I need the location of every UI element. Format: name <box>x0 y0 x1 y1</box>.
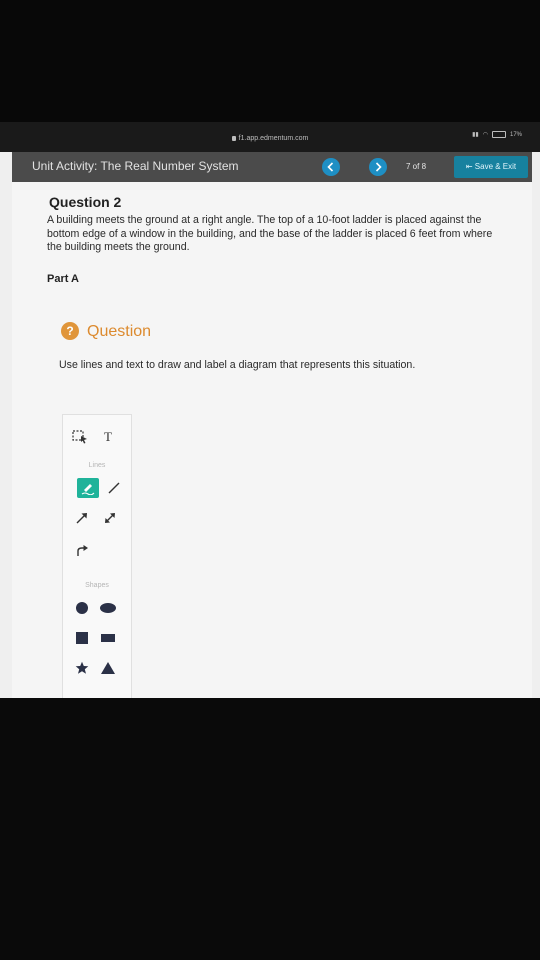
question-instruction: Use lines and text to draw and label a d… <box>59 359 416 371</box>
browser-status-bar: f1.app.edmentum.com ▮▮ ◠ 17% <box>0 122 540 152</box>
url-bar[interactable]: f1.app.edmentum.com <box>0 135 540 142</box>
double-arrow-icon <box>105 513 115 523</box>
text-tool[interactable]: T <box>97 427 119 447</box>
question-content: Question 2 A building meets the ground a… <box>12 182 532 698</box>
chevron-right-icon <box>375 162 382 172</box>
save-and-exit-button[interactable]: ⇤ Save & Exit <box>454 156 528 178</box>
activity-header: Unit Activity: The Real Number System 7 … <box>12 152 532 182</box>
square-icon <box>76 632 88 644</box>
screen-bezel <box>0 698 540 960</box>
signal-icon: ▮▮ <box>472 132 479 138</box>
square-tool[interactable] <box>71 628 93 648</box>
part-label: Part A <box>47 273 79 285</box>
ellipse-tool[interactable] <box>97 598 119 618</box>
question-text: A building meets the ground at a right a… <box>47 214 493 253</box>
wifi-icon: ◠ <box>482 132 488 138</box>
arrow-tool[interactable] <box>71 508 93 528</box>
curved-arrow-tool[interactable] <box>71 540 93 560</box>
activity-title: Unit Activity: The Real Number System <box>32 159 239 173</box>
curved-arrow-icon <box>77 545 88 556</box>
pencil-icon <box>81 484 95 495</box>
lines-section-label: Lines <box>88 462 106 469</box>
freehand-tool[interactable] <box>77 478 99 498</box>
lock-icon <box>231 136 236 141</box>
question-title: Question 2 <box>49 194 122 210</box>
battery-icon <box>491 131 506 138</box>
double-arrow-tool[interactable] <box>99 508 121 528</box>
ellipse-icon <box>100 603 116 613</box>
save-and-exit-label: Save & Exit <box>474 162 517 171</box>
line-tool[interactable] <box>103 478 125 498</box>
app-screen: f1.app.edmentum.com ▮▮ ◠ 17% Unit Activi… <box>0 122 540 698</box>
system-indicators: ▮▮ ◠ 17% <box>472 131 522 138</box>
next-question-button[interactable] <box>369 158 387 176</box>
battery-level: 17% <box>509 131 522 138</box>
previous-question-button[interactable] <box>322 158 340 176</box>
exit-icon: ⇤ <box>465 162 473 171</box>
url-text: f1.app.edmentum.com <box>238 135 309 142</box>
question-badge-icon: ? <box>61 322 79 340</box>
triangle-tool[interactable] <box>97 658 119 678</box>
line-icon <box>108 482 120 494</box>
drawing-toolbox: T Lines Shapes <box>62 414 132 698</box>
question-heading: Question <box>87 323 152 340</box>
circle-tool[interactable] <box>71 598 93 618</box>
arrow-icon <box>76 513 87 524</box>
circle-icon <box>76 602 88 614</box>
triangle-icon <box>101 662 115 674</box>
rectangle-icon <box>101 634 115 642</box>
question-counter: 7 of 8 <box>406 162 427 171</box>
star-tool[interactable] <box>71 658 93 678</box>
select-icon <box>72 430 87 444</box>
shapes-section-label: Shapes <box>85 582 109 589</box>
star-icon <box>75 661 89 674</box>
chevron-left-icon <box>327 162 334 172</box>
select-tool[interactable] <box>69 427 91 447</box>
rectangle-tool[interactable] <box>97 628 119 648</box>
